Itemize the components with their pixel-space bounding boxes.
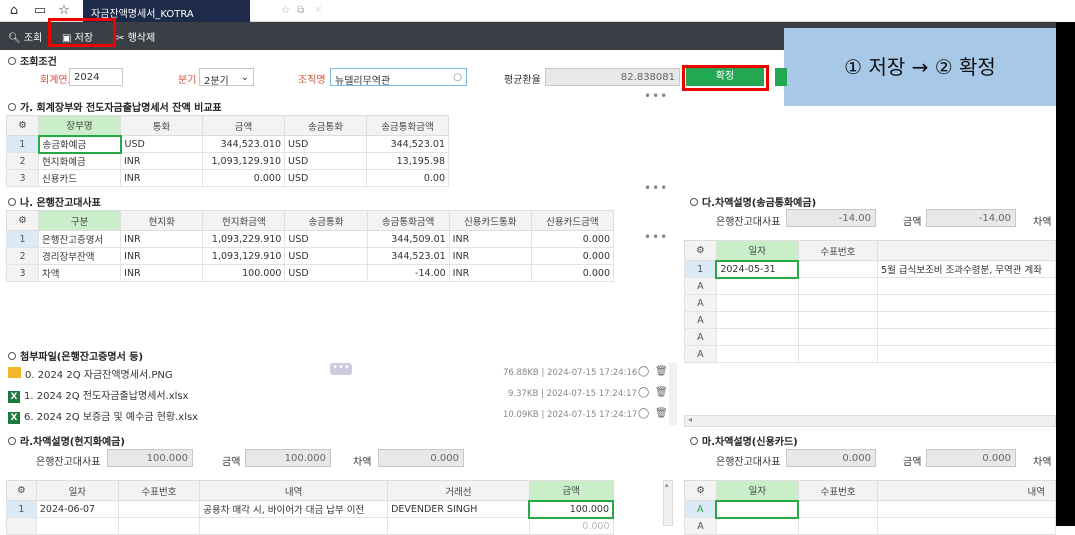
table-row[interactable]: A <box>684 345 1056 363</box>
diff-local-table: ⚙ 일자 수표번호 내역 거래선 금액 1 2024-06-07 공용차 매각 시, 바이어가… <box>6 480 614 535</box>
section-title: 마.차액설명(신용카드) <box>690 433 798 448</box>
bank-reconciliation-table: ⚙ 구분 현지화 현지화금액 송금통화 송금통화금액 신용카드통화 신용카드금액 1 은행잔고증… <box>5 210 615 282</box>
table-row[interactable]: A <box>684 294 1056 312</box>
window-edge <box>1056 22 1075 526</box>
bank-balance-field: 0.000 <box>786 449 876 467</box>
bank-balance-field: -14.00 <box>786 209 876 227</box>
arrow-left-icon[interactable]: ◂ <box>688 415 692 424</box>
trash-icon[interactable]: 🗑︎ <box>655 366 668 377</box>
rate-field: 82.838081 <box>545 68 680 86</box>
confirm-button-2[interactable] <box>775 68 787 86</box>
table-row[interactable]: 2 현지화예금 INR 1,093,129.910 USD 13,195.98 <box>6 152 449 170</box>
close-icon[interactable]: ✕ <box>314 5 322 16</box>
table-row[interactable]: A <box>684 277 1056 295</box>
table-row[interactable]: 1 2024-05-31 5월 급식보조비 조과수령분, 무역관 계좌 <box>684 259 1056 279</box>
delete-row-button[interactable]: ✂ 행삭제 <box>116 29 155 44</box>
excel-file-icon: X <box>8 391 20 403</box>
image-file-icon <box>8 367 21 378</box>
query-button[interactable]: 🔍︎ 조회 <box>8 29 42 44</box>
ledger-compare-table: ⚙ 장부명 통화 금액 송금통화 송금통화금액 1 송금화예금 USD 344,523.010 U… <box>6 115 449 187</box>
settings-icon[interactable]: ⚙ <box>684 480 717 501</box>
splitter-handle[interactable]: ••• <box>644 89 668 103</box>
highlight-confirm <box>682 65 769 91</box>
home-icon[interactable]: ⌂ <box>6 3 22 19</box>
comment-icon[interactable]: ◯ <box>638 408 649 419</box>
section-title: 가. 회계장부와 전도자금출납명세서 잔액 비교표 <box>8 99 222 114</box>
table-row[interactable]: A <box>684 499 1056 519</box>
diff-field: 0.000 <box>378 449 464 467</box>
amount-field: -14.00 <box>926 209 1016 227</box>
settings-icon[interactable]: ⚙ <box>5 210 40 231</box>
search-icon[interactable]: ○ <box>453 72 462 83</box>
restore-icon[interactable]: ⧉ <box>297 5 304 16</box>
rate-label: 평균환율 <box>504 75 541 86</box>
bank-balance-field: 100.000 <box>107 449 193 467</box>
file-item[interactable]: 0. 2024 2Q 자금잔액명세서.PNG <box>8 366 173 381</box>
settings-icon[interactable]: ⚙ <box>6 480 37 501</box>
file-meta: 9.37KB | 2024-07-15 17:24:17 <box>508 389 637 399</box>
horizontal-scrollbar[interactable]: ◂ <box>684 415 1056 427</box>
file-item[interactable]: X 6. 2024 2Q 보증금 및 예수금 현황.xlsx <box>8 408 198 424</box>
excel-file-icon: X <box>8 412 20 424</box>
settings-icon[interactable]: ⚙ <box>6 115 39 136</box>
star-icon[interactable]: ☆ <box>281 5 290 16</box>
trash-icon[interactable]: 🗑︎ <box>655 408 668 419</box>
file-meta: 10.09KB | 2024-07-15 17:24:17 <box>503 410 638 420</box>
amount-field: 0.000 <box>926 449 1016 467</box>
arrow-up-icon[interactable]: ▴ <box>665 481 669 489</box>
vertical-scrollbar[interactable] <box>669 363 677 425</box>
highlight-save <box>48 18 116 47</box>
scissors-icon: ✂ <box>116 33 125 44</box>
quarter-select[interactable]: 2분기 ⌄ <box>199 68 254 86</box>
section-title: 나. 은행잔고대사표 <box>8 194 101 209</box>
org-label: 조직명 <box>298 75 326 86</box>
diff-card-table: ⚙ 일자 수표번호 내역 A A <box>684 480 1056 535</box>
table-row[interactable]: A <box>684 311 1056 329</box>
table-row[interactable]: 1 은행잔고증명서 INR 1,093,229.910 USD 344,509.01 INR… <box>5 230 615 248</box>
comment-icon[interactable]: ◯ <box>638 366 649 377</box>
splitter-handle[interactable]: ••• <box>644 181 668 195</box>
table-row[interactable]: 1 2024-06-07 공용차 매각 시, 바이어가 대금 납부 이전 DEVEND… <box>6 499 614 519</box>
file-item[interactable]: X 1. 2024 2Q 전도자금출납명세서.xlsx <box>8 387 189 403</box>
org-input[interactable]: 뉴델리무역관 ○ <box>330 68 467 86</box>
trash-icon[interactable]: 🗑︎ <box>655 387 668 398</box>
more-icon[interactable]: ••• <box>330 363 352 375</box>
instruction-callout: ① 저장 → ② 확정 <box>784 28 1056 106</box>
top-bar: ⌂ ▭ ☆ 자금잔액명세서_KOTRA ☆ ⧉ ✕ <box>0 0 1075 22</box>
section-title: 라.차액설명(현지화예금) <box>8 433 125 448</box>
table-row[interactable]: 1 송금화예금 USD 344,523.010 USD 344,523.01 <box>6 134 449 154</box>
table-row[interactable]: A <box>684 517 1056 535</box>
diff-remit-table: ⚙ 일자 수표번호 1 2024-05-31 5월 급식보조비 조과수령분, 무역관 계… <box>684 240 1056 363</box>
settings-icon[interactable]: ⚙ <box>684 240 717 261</box>
table-row[interactable]: 3 차액 INR 100.000 USD -14.00 INR 0.000 <box>5 264 615 282</box>
quarter-label: 분기 <box>178 75 197 86</box>
section-title: 조회조건 <box>8 53 57 68</box>
file-meta: 76.88KB | 2024-07-15 17:24:16 <box>503 368 638 378</box>
table-row[interactable]: A <box>684 328 1056 346</box>
table-row[interactable]: 2 경리장부잔액 INR 1,093,129.910 USD 344,523.01 INR 0… <box>5 247 615 265</box>
star-icon[interactable]: ☆ <box>56 3 72 19</box>
amount-field: 100.000 <box>245 449 331 467</box>
table-row[interactable]: 0.000 <box>6 517 614 535</box>
vertical-scrollbar[interactable]: ▴ <box>663 480 673 526</box>
year-input[interactable]: 2024 <box>69 68 123 86</box>
top-right-corner <box>1056 0 1075 22</box>
comment-icon[interactable]: ◯ <box>638 387 649 398</box>
section-title: 다.차액설명(송금통화예금) <box>690 194 816 209</box>
table-row[interactable]: 3 신용카드 INR 0.000 USD 0.00 <box>6 169 449 187</box>
chevron-down-icon: ⌄ <box>240 72 249 83</box>
section-title: 첨부파일(은행잔고증명서 등) <box>8 348 143 363</box>
folder-icon[interactable]: ▭ <box>32 3 48 19</box>
search-icon: 🔍︎ <box>8 33 21 44</box>
more-icon[interactable]: ••• <box>644 230 668 244</box>
